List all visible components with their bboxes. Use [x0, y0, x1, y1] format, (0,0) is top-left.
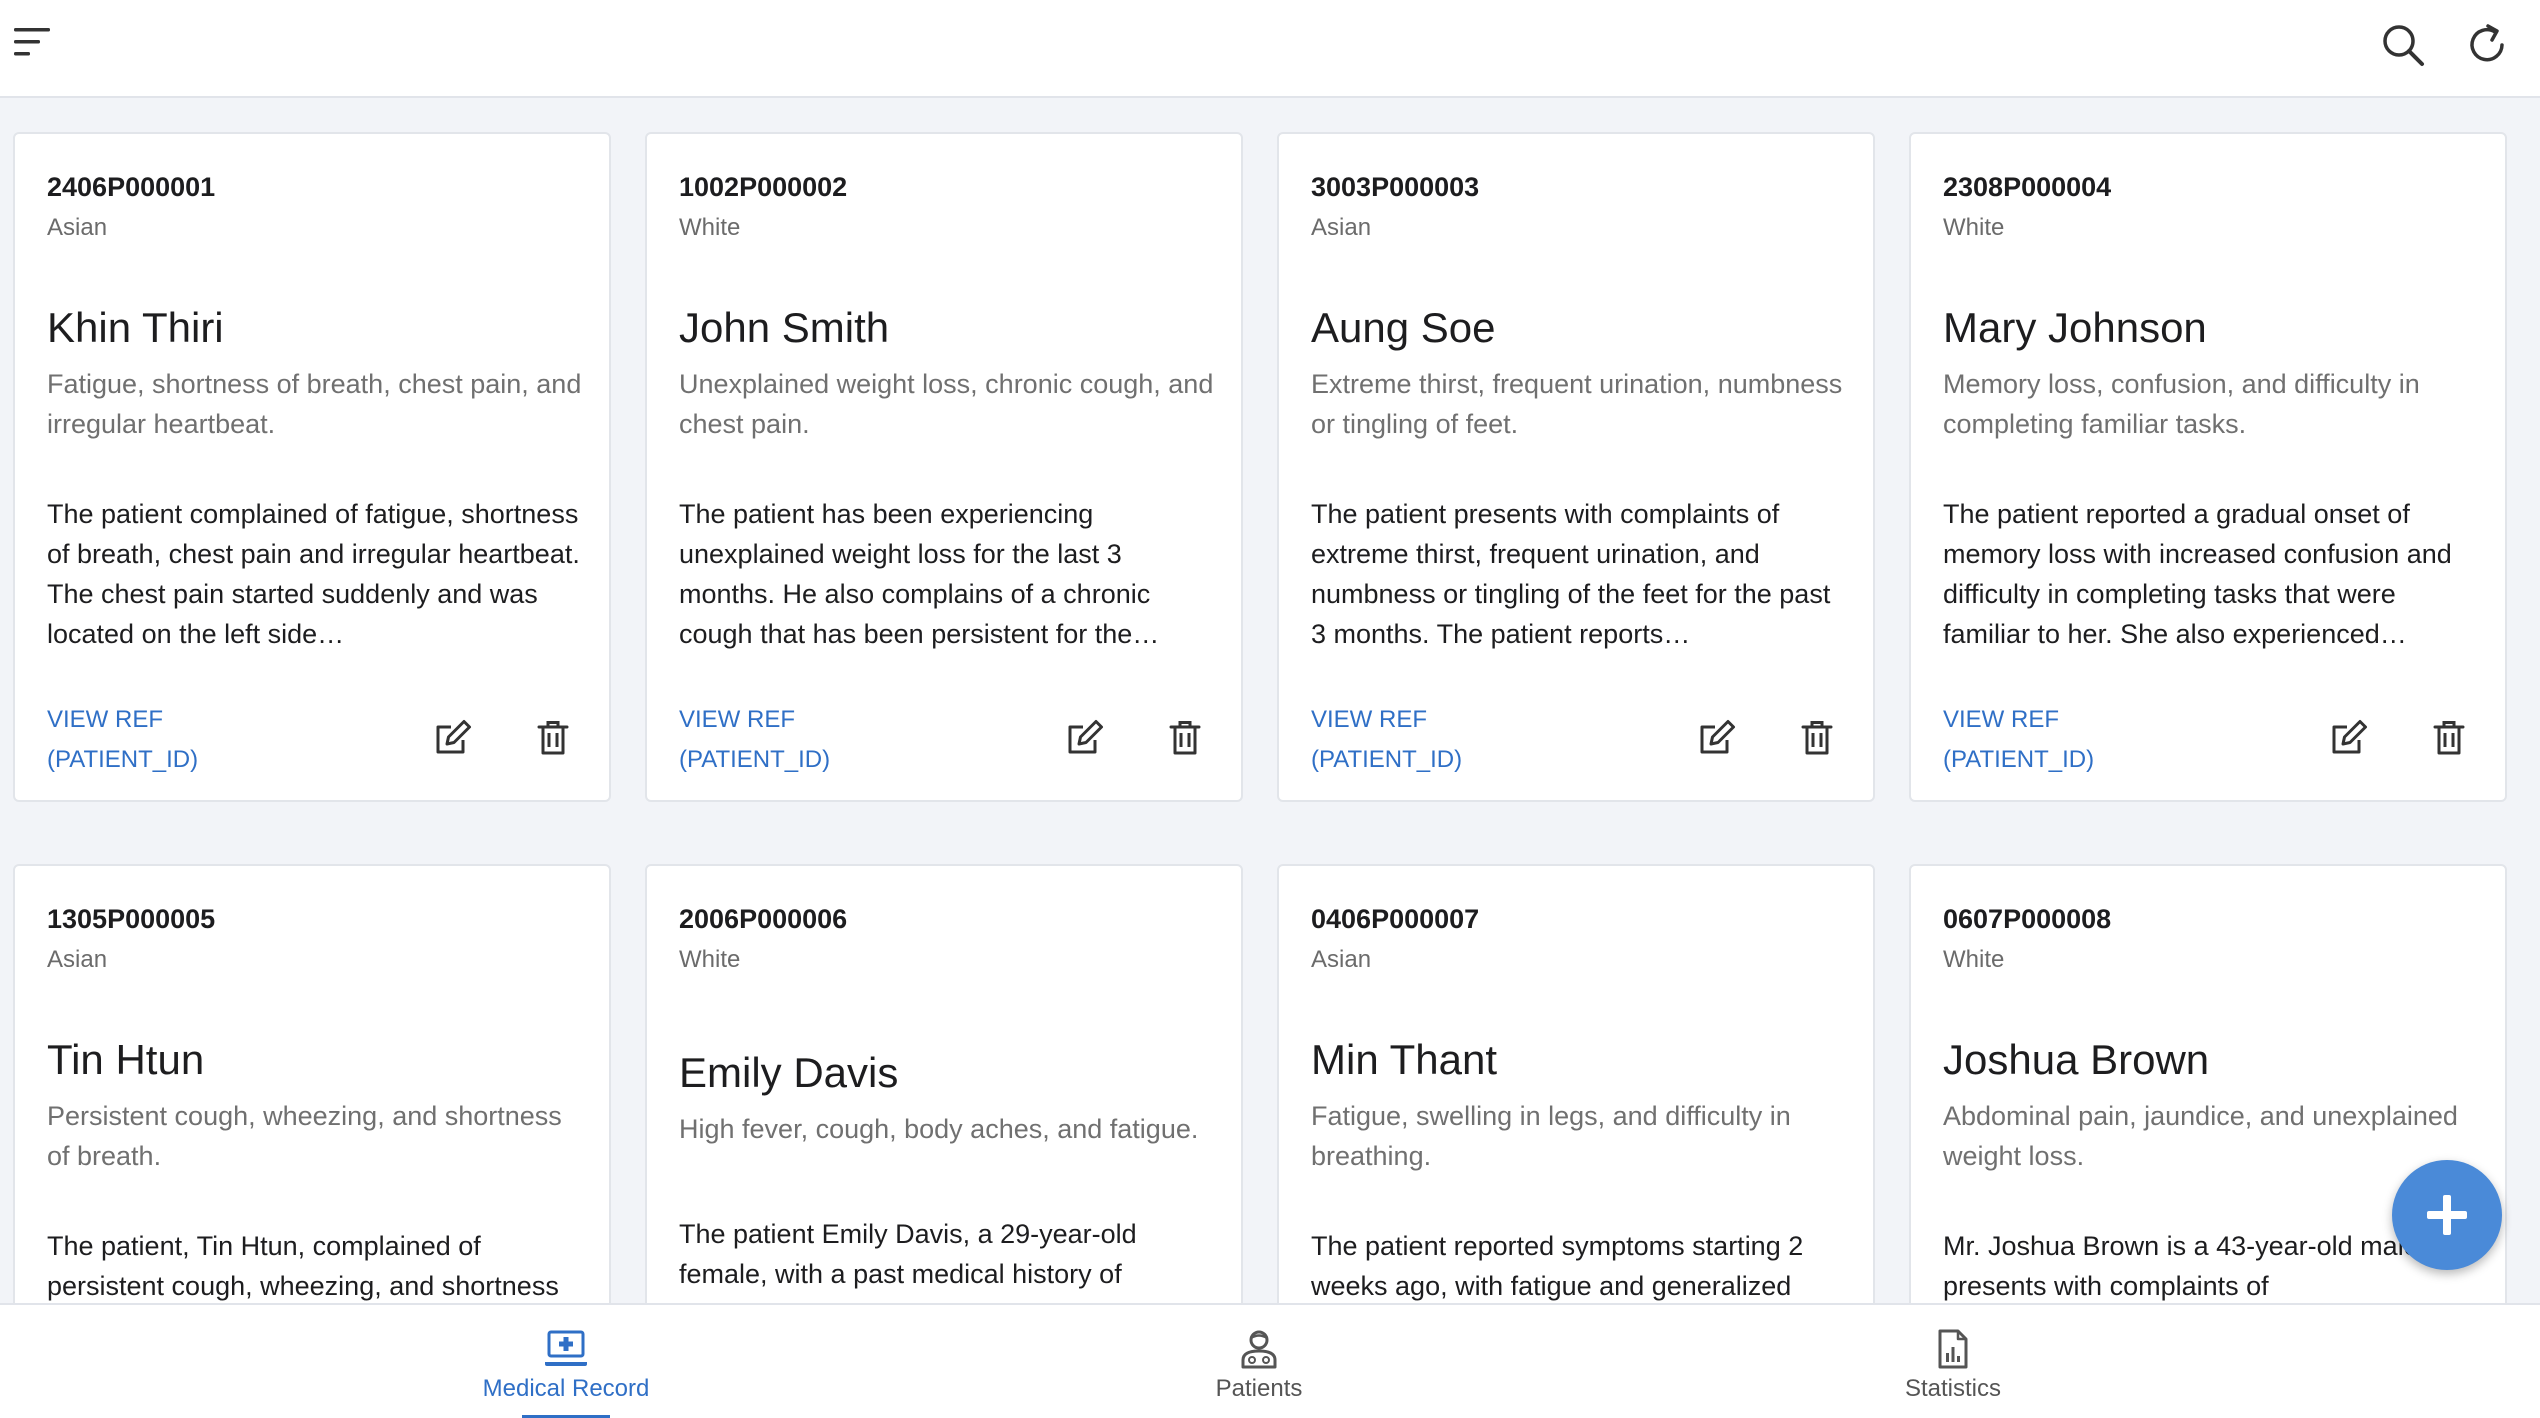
patient-race: White: [1943, 214, 2005, 241]
nav-statistics[interactable]: Statistics: [1803, 1305, 2103, 1418]
patient-name: Joshua Brown: [1943, 1036, 2210, 1083]
patient-race: White: [679, 214, 741, 241]
statistics-icon: [1938, 1329, 1968, 1369]
patient-race: Asian: [1311, 946, 1372, 973]
symptom-summary: Extreme thirst, frequent urination, numb…: [1311, 369, 1843, 439]
patient-name: Mary Johnson: [1943, 304, 2207, 351]
record-card[interactable]: 2308P000004 White Mary Johnson Memory lo…: [1909, 132, 2507, 802]
patient-id: 2406P000001: [47, 172, 216, 202]
nav-patients[interactable]: Patients: [1109, 1305, 1409, 1418]
record-description: The patient reported symptoms starting 2…: [1311, 1231, 1804, 1301]
nav-label: Statistics: [1904, 1375, 2002, 1402]
refresh-icon[interactable]: [2462, 20, 2512, 70]
edit-icon[interactable]: [1697, 718, 1737, 763]
record-card[interactable]: 2006P000006 White Emily Davis High fever…: [645, 864, 1243, 1303]
patient-name: Min Thant: [1311, 1036, 1497, 1083]
patient-name: John Smith: [679, 304, 890, 351]
patient-race: Asian: [47, 214, 108, 241]
record-description: The patient presents with complaints of …: [1311, 499, 1831, 649]
patient-race: White: [679, 946, 741, 973]
edit-icon[interactable]: [2329, 718, 2369, 763]
patient-race: Asian: [47, 946, 108, 973]
view-ref-link[interactable]: VIEW REF (PATIENT_ID): [47, 700, 198, 780]
record-card[interactable]: 0406P000007 Asian Min Thant Fatigue, swe…: [1277, 864, 1875, 1303]
view-ref-sub: (PATIENT_ID): [1311, 746, 1463, 773]
symptom-summary: Fatigue, shortness of breath, chest pain…: [47, 369, 582, 439]
view-ref-link[interactable]: VIEW REF (PATIENT_ID): [1311, 700, 1462, 780]
record-card[interactable]: 3003P000003 Asian Aung Soe Extreme thirs…: [1277, 132, 1875, 802]
add-record-button[interactable]: [2392, 1160, 2502, 1270]
patient-race: Asian: [1311, 214, 1372, 241]
symptom-summary: Memory loss, confusion, and difficulty i…: [1943, 369, 2420, 439]
record-description: The patient Emily Davis, a 29-year-old f…: [679, 1219, 1137, 1289]
patient-id: 0607P000008: [1943, 904, 2112, 934]
top-app-bar: [0, 0, 2540, 98]
patient-name: Aung Soe: [1311, 304, 1496, 351]
view-ref-sub: (PATIENT_ID): [679, 746, 831, 773]
symptom-summary: Unexplained weight loss, chronic cough, …: [679, 369, 1214, 439]
view-ref-sub: (PATIENT_ID): [47, 746, 199, 773]
patient-id: 0406P000007: [1311, 904, 1480, 934]
patient-name: Tin Htun: [47, 1036, 205, 1083]
record-card[interactable]: 1002P000002 White John Smith Unexplained…: [645, 132, 1243, 802]
medical-record-icon: [545, 1330, 587, 1366]
symptom-summary: Fatigue, swelling in legs, and difficult…: [1311, 1101, 1791, 1171]
patient-id: 3003P000003: [1311, 172, 1480, 202]
edit-icon[interactable]: [1065, 718, 1105, 763]
trash-icon[interactable]: [533, 718, 573, 763]
patient-id: 2308P000004: [1943, 172, 2112, 202]
edit-icon[interactable]: [433, 718, 473, 763]
symptom-summary: Persistent cough, wheezing, and shortnes…: [47, 1101, 562, 1171]
nav-label: Patients: [1215, 1375, 1303, 1402]
record-description: The patient reported a gradual onset of …: [1943, 499, 2452, 649]
trash-icon[interactable]: [1165, 718, 1205, 763]
view-ref-label: VIEW REF: [47, 706, 164, 733]
patient-id: 1002P000002: [679, 172, 848, 202]
record-description: The patient complained of fatigue, short…: [47, 499, 580, 649]
nav-medical-record[interactable]: Medical Record: [416, 1305, 716, 1418]
view-ref-label: VIEW REF: [679, 706, 796, 733]
view-ref-label: VIEW REF: [1311, 706, 1428, 733]
plus-icon: [2427, 1195, 2467, 1235]
record-description: The patient, Tin Htun, complained of per…: [47, 1231, 559, 1301]
patient-id: 2006P000006: [679, 904, 848, 934]
view-ref-label: VIEW REF: [1943, 706, 2060, 733]
trash-icon[interactable]: [1797, 718, 1837, 763]
bottom-navigation: Medical Record Patients Statistics: [0, 1303, 2540, 1418]
trash-icon[interactable]: [2429, 718, 2469, 763]
patient-id: 1305P000005: [47, 904, 216, 934]
symptom-summary: High fever, cough, body aches, and fatig…: [679, 1114, 1199, 1144]
nav-label: Medical Record: [482, 1375, 650, 1402]
patient-name: Emily Davis: [679, 1049, 899, 1096]
view-ref-link[interactable]: VIEW REF (PATIENT_ID): [1943, 700, 2094, 780]
menu-icon[interactable]: [12, 22, 52, 62]
search-icon[interactable]: [2378, 20, 2428, 70]
symptom-summary: Abdominal pain, jaundice, and unexplaine…: [1943, 1101, 2458, 1171]
patients-icon: [1241, 1330, 1277, 1369]
medical-record-list: 2406P000001 Asian Khin Thiri Fatigue, sh…: [0, 98, 2540, 1303]
record-description: The patient has been experiencing unexpl…: [679, 499, 1160, 649]
view-ref-link[interactable]: VIEW REF (PATIENT_ID): [679, 700, 830, 780]
patient-name: Khin Thiri: [47, 304, 224, 351]
view-ref-sub: (PATIENT_ID): [1943, 746, 2095, 773]
record-card[interactable]: 2406P000001 Asian Khin Thiri Fatigue, sh…: [13, 132, 611, 802]
record-card[interactable]: 1305P000005 Asian Tin Htun Persistent co…: [13, 864, 611, 1303]
patient-race: White: [1943, 946, 2005, 973]
